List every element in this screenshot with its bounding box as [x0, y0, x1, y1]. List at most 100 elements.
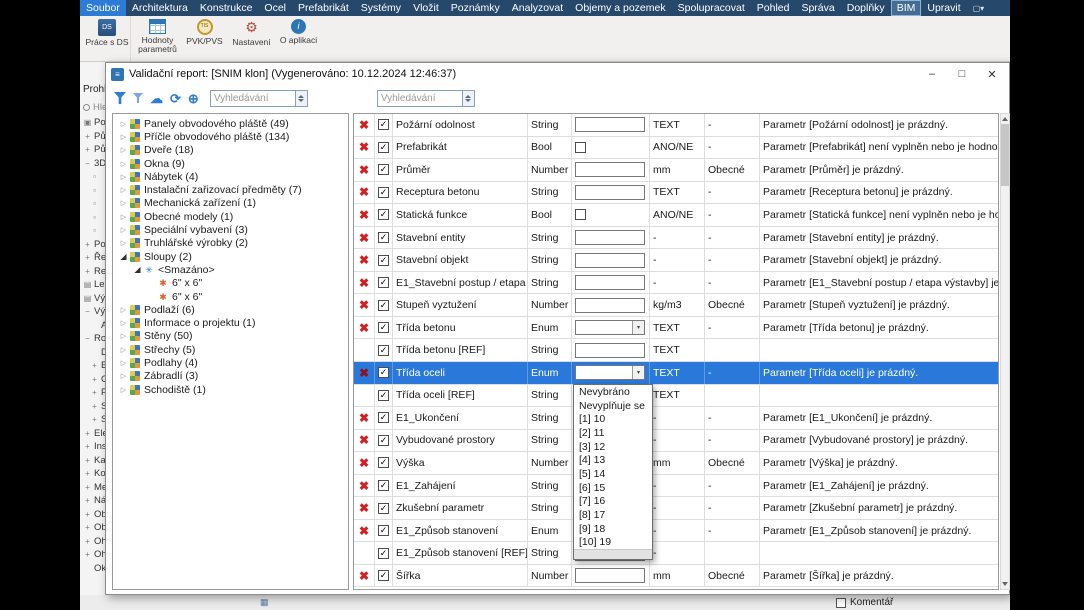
row-checkbox[interactable]: ✓ — [378, 277, 389, 288]
dropdown-scrollbar[interactable] — [574, 549, 652, 559]
expand-arrow-icon[interactable]: ▷ — [118, 239, 129, 247]
scrollbar-thumb[interactable] — [1001, 124, 1009, 186]
row-checkbox[interactable]: ✓ — [378, 142, 389, 153]
row-checkbox[interactable]: ✓ — [378, 164, 389, 175]
scroll-up-icon[interactable] — [1002, 117, 1008, 121]
combo-option[interactable]: [6] 15 — [574, 481, 652, 495]
tree-item[interactable]: ▷Střechy (5) — [113, 343, 348, 356]
menu-tab-ocel[interactable]: Ocel — [258, 0, 292, 16]
menu-tab-správa[interactable]: Správa — [795, 0, 840, 16]
menu-tab-poznámky[interactable]: Poznámky — [445, 0, 506, 16]
expand-arrow-icon[interactable]: ▷ — [118, 213, 129, 221]
expand-arrow-icon[interactable]: ▷ — [118, 386, 129, 394]
comment-checkbox[interactable] — [836, 598, 846, 608]
tree-item[interactable]: ▷Stěny (50) — [113, 330, 348, 343]
row-checkbox[interactable]: ✓ — [378, 480, 389, 491]
tree-item[interactable]: ▷Podlaží (6) — [113, 303, 348, 316]
combo-option[interactable]: Nevybráno — [574, 385, 652, 399]
param-value-input[interactable] — [575, 162, 645, 177]
add-icon[interactable]: ⊕ — [188, 92, 199, 105]
row-checkbox[interactable]: ✓ — [378, 548, 389, 559]
param-value-checkbox[interactable] — [575, 209, 586, 220]
expand-arrow-icon[interactable]: ▷ — [118, 372, 129, 380]
ribbon-button-práce-s-ds[interactable]: DSPráce s DS — [84, 16, 131, 61]
row-checkbox[interactable]: ✓ — [378, 187, 389, 198]
table-row[interactable]: ✖✓Vybudované prostoryString--Parametr [V… — [354, 430, 998, 453]
expand-arrow-icon[interactable]: ▷ — [118, 173, 129, 181]
table-row[interactable]: ✖✓VýškaNumbermmObecnéParametr [Výška] je… — [354, 452, 998, 475]
expand-arrow-icon[interactable]: ▷ — [118, 319, 129, 327]
expand-arrow-icon[interactable]: ▷ — [118, 306, 129, 314]
minimize-button[interactable]: – — [917, 64, 947, 84]
menu-tab-soubor[interactable]: Soubor — [80, 0, 126, 16]
tree-item[interactable]: ✱6" x 6" — [113, 290, 348, 303]
table-search-spinner[interactable] — [463, 90, 475, 107]
menu-tab-systémy[interactable]: Systémy — [355, 0, 407, 16]
collapse-arrow-icon[interactable]: ◢ — [132, 265, 143, 274]
table-row[interactable]: ✖✓Stavební objektString--Parametr [Stave… — [354, 249, 998, 272]
combo-option[interactable]: [7] 16 — [574, 495, 652, 509]
row-checkbox[interactable]: ✓ — [378, 255, 389, 266]
refresh-icon[interactable]: ⟳ — [170, 92, 181, 105]
combo-option[interactable]: [5] 14 — [574, 467, 652, 481]
menu-tab-pohled[interactable]: Pohled — [751, 0, 796, 16]
table-row[interactable]: ✖✓Požární odolnostStringTEXT-Parametr [P… — [354, 114, 998, 137]
combo-option[interactable]: [9] 18 — [574, 522, 652, 536]
table-row[interactable]: ✓E1_Způsob stanovení [REF]String- — [354, 542, 998, 565]
combo-option[interactable]: Nevyplňuje se — [574, 399, 652, 413]
table-row[interactable]: ✖✓Třída oceliEnum▾TEXT-Parametr [Třída o… — [354, 362, 998, 385]
combo-option[interactable]: [2] 11 — [574, 426, 652, 440]
row-checkbox[interactable]: ✓ — [378, 300, 389, 311]
table-row[interactable]: ✖✓Stupeň vyztuženíNumberkg/m3ObecnéParam… — [354, 294, 998, 317]
menu-tab-prefabrikát[interactable]: Prefabrikát — [292, 0, 355, 16]
table-row[interactable]: ✓Třída betonu [REF]StringTEXT — [354, 339, 998, 362]
table-row[interactable]: ✖✓E1_Stavební postup / etapa výstavbyStr… — [354, 272, 998, 295]
row-checkbox[interactable]: ✓ — [378, 390, 389, 401]
table-row[interactable]: ✖✓Receptura betonuStringTEXT-Parametr [R… — [354, 182, 998, 205]
table-row[interactable]: ✖✓Třída betonuEnum▾TEXT-Parametr [Třída … — [354, 317, 998, 340]
expand-arrow-icon[interactable]: ▷ — [118, 160, 129, 168]
expand-arrow-icon[interactable]: ▷ — [118, 359, 129, 367]
menu-tab-bim[interactable]: BIM — [891, 0, 922, 16]
combo-option[interactable]: [1] 10 — [574, 412, 652, 426]
expand-arrow-icon[interactable]: ▷ — [118, 146, 129, 154]
row-checkbox[interactable]: ✓ — [378, 367, 389, 378]
row-checkbox[interactable]: ✓ — [378, 345, 389, 356]
combo-option[interactable]: [8] 17 — [574, 508, 652, 522]
row-checkbox[interactable]: ✓ — [378, 322, 389, 333]
expand-arrow-icon[interactable]: ▷ — [118, 346, 129, 354]
table-row[interactable]: ✖✓PrůměrNumbermmObecnéParametr [Průměr] … — [354, 159, 998, 182]
menu-tab-architektura[interactable]: Architektura — [126, 0, 194, 16]
menu-tab-doplňky[interactable]: Doplňky — [841, 0, 891, 16]
expand-arrow-icon[interactable]: ▷ — [118, 120, 129, 128]
expand-arrow-icon[interactable]: ▷ — [118, 199, 129, 207]
row-checkbox[interactable]: ✓ — [378, 435, 389, 446]
param-value-combobox[interactable]: ▾ — [575, 320, 645, 335]
table-vscrollbar[interactable] — [1000, 113, 1010, 590]
filter-icon[interactable] — [114, 92, 126, 104]
menu-tab-spolupracovat[interactable]: Spolupracovat — [672, 0, 751, 16]
tree-item[interactable]: ▷Zábradlí (3) — [113, 370, 348, 383]
tree-item[interactable]: ▷Dveře (18) — [113, 144, 348, 157]
row-checkbox[interactable]: ✓ — [378, 209, 389, 220]
tree-item[interactable]: ◢Sloupy (2) — [113, 250, 348, 263]
tree-item[interactable]: ▷Obecné modely (1) — [113, 210, 348, 223]
tree-item[interactable]: ▷Speciální vybavení (3) — [113, 223, 348, 236]
param-value-input[interactable] — [575, 253, 645, 268]
param-value-input[interactable] — [575, 117, 645, 132]
maximize-button[interactable]: □ — [947, 64, 977, 84]
row-checkbox[interactable]: ✓ — [378, 119, 389, 130]
tree-item[interactable]: ▷Nábytek (4) — [113, 170, 348, 183]
expand-arrow-icon[interactable]: ▷ — [118, 226, 129, 234]
tree-search-input[interactable] — [210, 90, 296, 107]
combo-option[interactable]: [3] 12 — [574, 440, 652, 454]
combo-option[interactable]: [4] 13 — [574, 453, 652, 467]
modify-dropdown-icon[interactable]: ▢▾ — [967, 0, 991, 16]
comment-toggle[interactable]: Komentář — [836, 597, 893, 608]
menu-tab-konstrukce[interactable]: Konstrukce — [194, 0, 259, 16]
param-value-input[interactable] — [575, 230, 645, 245]
tree-item[interactable]: ✱6" x 6" — [113, 277, 348, 290]
param-value-input[interactable] — [575, 298, 645, 313]
tree-item[interactable]: ▷Truhlářské výrobky (2) — [113, 237, 348, 250]
combo-option[interactable]: [10] 19 — [574, 536, 652, 550]
